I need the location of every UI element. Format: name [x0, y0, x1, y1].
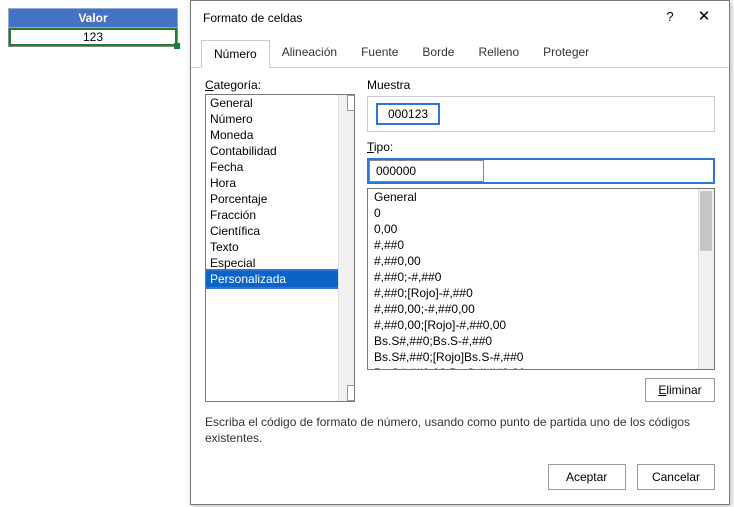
- category-item[interactable]: Científica: [206, 223, 354, 239]
- category-item[interactable]: Moneda: [206, 127, 354, 143]
- format-scrollbar[interactable]: [698, 189, 714, 369]
- tab-alineacion[interactable]: Alineación: [270, 39, 349, 67]
- tab-proteger[interactable]: Proteger: [531, 39, 601, 67]
- format-item[interactable]: Bs.S#,##0,00;Bs.S-#,##0,00: [368, 365, 698, 369]
- sample-value: 000123: [376, 103, 440, 125]
- active-cell[interactable]: 123: [8, 28, 178, 47]
- sample-field: 000123: [367, 96, 715, 132]
- category-listbox[interactable]: General Número Moneda Contabilidad Fecha…: [205, 94, 355, 402]
- category-label: Categoría:: [205, 78, 355, 92]
- format-item[interactable]: 0,00: [368, 221, 698, 237]
- format-item[interactable]: #,##0,00: [368, 253, 698, 269]
- category-item[interactable]: Número: [206, 111, 354, 127]
- category-item[interactable]: Fracción: [206, 207, 354, 223]
- type-highlight: [367, 158, 715, 184]
- dialog-titlebar: Formato de celdas ? ✕: [191, 1, 729, 35]
- format-cells-dialog: Formato de celdas ? ✕ Número Alineación …: [190, 0, 730, 505]
- type-input[interactable]: [369, 160, 484, 182]
- category-item[interactable]: Especial: [206, 255, 354, 271]
- dialog-tabs: Número Alineación Fuente Borde Relleno P…: [191, 39, 729, 68]
- spreadsheet-snippet: Valor 123: [8, 8, 178, 47]
- type-label: Tipo:: [367, 140, 715, 154]
- scroll-down-icon[interactable]: ▼: [347, 385, 355, 401]
- category-item[interactable]: Hora: [206, 175, 354, 191]
- format-item[interactable]: General: [368, 189, 698, 205]
- category-scrollbar[interactable]: ▲ ▼: [338, 95, 354, 401]
- dialog-body: Categoría: General Número Moneda Contabi…: [191, 68, 729, 454]
- category-item[interactable]: Porcentaje: [206, 191, 354, 207]
- close-button[interactable]: ✕: [687, 7, 721, 29]
- category-item[interactable]: Fecha: [206, 159, 354, 175]
- format-item[interactable]: Bs.S#,##0;[Rojo]Bs.S-#,##0: [368, 349, 698, 365]
- category-item[interactable]: Texto: [206, 239, 354, 255]
- column-header: Valor: [8, 8, 178, 28]
- dialog-title: Formato de celdas: [203, 11, 653, 25]
- format-hint: Escriba el código de formato de número, …: [205, 414, 715, 446]
- tab-relleno[interactable]: Relleno: [466, 39, 531, 67]
- format-item[interactable]: #,##0;-#,##0: [368, 269, 698, 285]
- sample-label: Muestra: [367, 78, 715, 92]
- tab-numero[interactable]: Número: [201, 40, 270, 68]
- format-item[interactable]: #,##0,00;[Rojo]-#,##0,00: [368, 317, 698, 333]
- category-item[interactable]: General: [206, 95, 354, 111]
- fill-handle[interactable]: [174, 43, 180, 49]
- format-item[interactable]: Bs.S#,##0;Bs.S-#,##0: [368, 333, 698, 349]
- help-button[interactable]: ?: [653, 7, 687, 29]
- cancel-button[interactable]: Cancelar: [637, 464, 715, 490]
- tab-borde[interactable]: Borde: [410, 39, 466, 67]
- delete-button[interactable]: Eliminar: [645, 378, 715, 402]
- format-listbox[interactable]: General 0 0,00 #,##0 #,##0,00 #,##0;-#,#…: [367, 188, 715, 370]
- tab-fuente[interactable]: Fuente: [349, 39, 410, 67]
- category-item[interactable]: Contabilidad: [206, 143, 354, 159]
- cell-value: 123: [83, 30, 103, 44]
- category-item-selected[interactable]: Personalizada: [206, 271, 354, 287]
- format-item[interactable]: #,##0: [368, 237, 698, 253]
- scroll-up-icon[interactable]: ▲: [347, 95, 355, 111]
- format-item[interactable]: #,##0;[Rojo]-#,##0: [368, 285, 698, 301]
- format-item[interactable]: 0: [368, 205, 698, 221]
- dialog-footer: Aceptar Cancelar: [191, 454, 729, 504]
- format-item[interactable]: #,##0,00;-#,##0,00: [368, 301, 698, 317]
- ok-button[interactable]: Aceptar: [548, 464, 626, 490]
- scroll-thumb[interactable]: [700, 191, 712, 251]
